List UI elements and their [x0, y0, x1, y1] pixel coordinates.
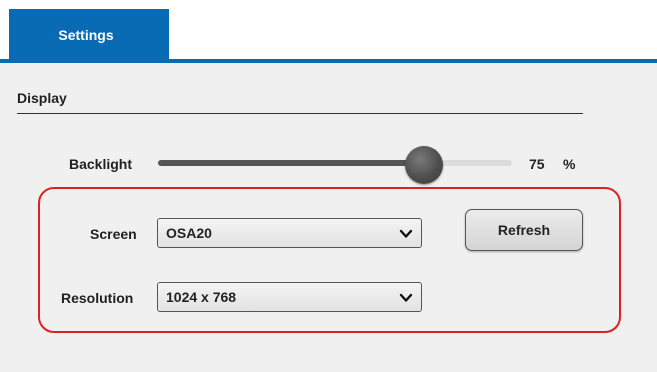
screen-dropdown[interactable]: OSA20	[157, 218, 422, 248]
resolution-dropdown-value: 1024 x 768	[166, 289, 237, 305]
backlight-label: Backlight	[69, 156, 133, 172]
screen-label: Screen	[90, 226, 137, 242]
screen-dropdown-value: OSA20	[166, 225, 212, 241]
resolution-dropdown[interactable]: 1024 x 768	[157, 282, 422, 312]
tab-settings-label: Settings	[58, 27, 114, 43]
backlight-slider-track[interactable]	[158, 160, 512, 166]
section-divider	[17, 113, 583, 114]
tab-settings[interactable]: Settings	[9, 9, 169, 63]
backlight-slider-fill	[158, 160, 424, 166]
backlight-slider-thumb[interactable]	[404, 146, 443, 184]
resolution-label: Resolution	[61, 290, 134, 306]
section-title-display: Display	[17, 90, 67, 106]
chevron-down-icon	[399, 229, 413, 238]
backlight-unit: %	[563, 156, 576, 172]
tab-underline	[0, 59, 657, 63]
refresh-button-label: Refresh	[497, 222, 551, 238]
chevron-down-icon	[399, 293, 413, 302]
refresh-button[interactable]: Refresh	[465, 209, 583, 251]
backlight-value: 75	[529, 156, 545, 172]
